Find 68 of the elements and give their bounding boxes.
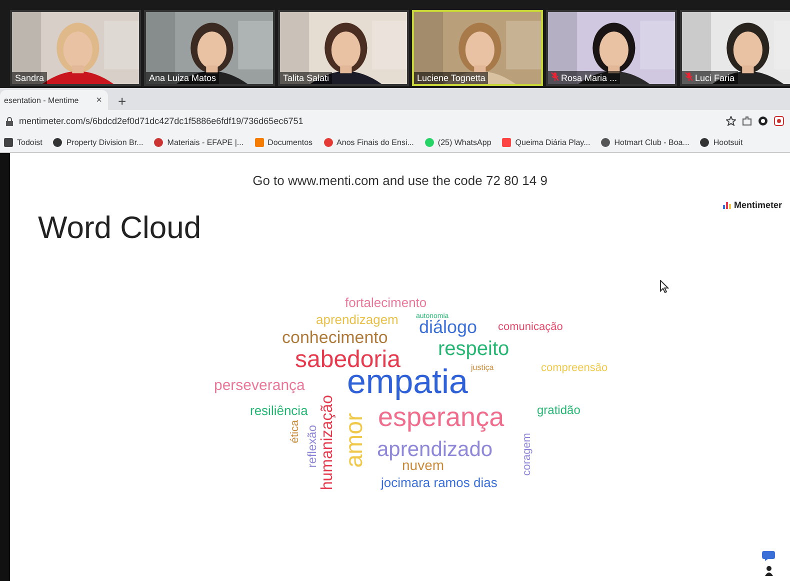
pointer-cursor-icon bbox=[660, 280, 669, 293]
video-tile[interactable]: Ana Luiza Matos bbox=[144, 10, 275, 86]
site-icon bbox=[4, 138, 13, 146]
cloud-word: diálogo bbox=[419, 318, 478, 336]
participant-name: Sandra bbox=[15, 73, 44, 83]
cloud-word: compreensão bbox=[541, 363, 608, 374]
cloud-word: humanização bbox=[320, 395, 336, 490]
brand-name: Mentimeter bbox=[734, 200, 782, 210]
bookmark-link[interactable]: Materiais - EFAPE |... bbox=[154, 138, 244, 146]
muted-mic-icon bbox=[551, 72, 559, 81]
browser-tab[interactable]: esentation - Mentime × bbox=[0, 90, 108, 110]
join-instructions: Go to www.menti.com and use the code 72 80 14 9 bbox=[252, 173, 548, 188]
cloud-word: sabedoria bbox=[295, 348, 400, 372]
site-icon bbox=[700, 138, 710, 146]
cloud-word: ética bbox=[290, 420, 301, 444]
participant-name: Ana Luiza Matos bbox=[149, 73, 216, 83]
bookmark-link[interactable]: Hotmart Club - Boa... bbox=[601, 138, 690, 146]
cloud-word: comunicação bbox=[498, 322, 563, 333]
participant-name: Rosa Maria ... bbox=[561, 72, 618, 82]
participant-name: Luci Faria bbox=[695, 72, 735, 82]
participant-name: Talita Salati bbox=[283, 73, 330, 83]
slide-title: Word Cloud bbox=[38, 210, 202, 246]
site-icon bbox=[324, 138, 333, 146]
video-tile[interactable]: Luciene Tognetta bbox=[412, 10, 543, 86]
bar-logo-icon bbox=[722, 202, 731, 208]
cloud-word: conhecimento bbox=[282, 329, 388, 346]
bookmark-link[interactable]: Documentos bbox=[254, 138, 313, 146]
bookmark-link[interactable]: Anos Finais do Ensi... bbox=[324, 138, 414, 146]
extension-icon[interactable] bbox=[742, 116, 752, 126]
bookmark-link[interactable]: Hootsuit bbox=[700, 138, 743, 146]
bookmark-link[interactable]: (25) WhatsApp bbox=[424, 138, 492, 146]
chat-icon[interactable] bbox=[762, 551, 775, 561]
cloud-word: reflexão bbox=[306, 425, 318, 468]
cloud-word: justiça bbox=[471, 364, 494, 372]
site-icon bbox=[601, 138, 610, 146]
bookmark-link[interactable]: Property Division Br... bbox=[53, 138, 144, 146]
bookmark-link[interactable]: Todoist bbox=[4, 138, 42, 146]
cloud-word: fortalecimento bbox=[345, 296, 427, 309]
circle-icon[interactable] bbox=[758, 116, 768, 126]
video-tile[interactable]: Sandra bbox=[10, 10, 141, 86]
cloud-word: nuvem bbox=[402, 458, 444, 472]
video-tile[interactable]: Talita Salati bbox=[278, 10, 409, 86]
cloud-word: jocimara ramos dias bbox=[381, 476, 498, 489]
close-tab-button[interactable]: × bbox=[96, 94, 102, 106]
cloud-word: aprendizado bbox=[377, 439, 493, 460]
cloud-word: amor bbox=[343, 413, 367, 468]
shield-icon[interactable] bbox=[774, 116, 784, 126]
bookmark-link[interactable]: Queima Diária Play... bbox=[502, 138, 590, 146]
cloud-word: gratidão bbox=[537, 404, 580, 416]
person-icon[interactable] bbox=[765, 566, 773, 576]
site-icon bbox=[254, 138, 264, 146]
site-icon bbox=[502, 138, 512, 146]
cloud-word: coragem bbox=[522, 433, 533, 476]
video-tile[interactable]: Rosa Maria ... bbox=[546, 10, 677, 86]
star-icon[interactable] bbox=[726, 116, 736, 126]
video-tile[interactable]: Luci Faria bbox=[680, 10, 790, 86]
cloud-word: respeito bbox=[438, 339, 510, 359]
participant-name: Luciene Tognetta bbox=[417, 73, 486, 83]
lock-icon bbox=[6, 116, 13, 126]
cloud-word: perseverança bbox=[214, 378, 305, 393]
site-icon bbox=[154, 138, 164, 146]
site-icon bbox=[424, 138, 434, 146]
cloud-word: esperança bbox=[378, 404, 504, 431]
cloud-word: resiliência bbox=[250, 404, 308, 417]
muted-mic-icon bbox=[685, 72, 693, 81]
site-icon bbox=[53, 138, 62, 146]
cloud-word: aprendizagem bbox=[316, 313, 398, 326]
new-tab-button[interactable]: + bbox=[118, 94, 126, 108]
